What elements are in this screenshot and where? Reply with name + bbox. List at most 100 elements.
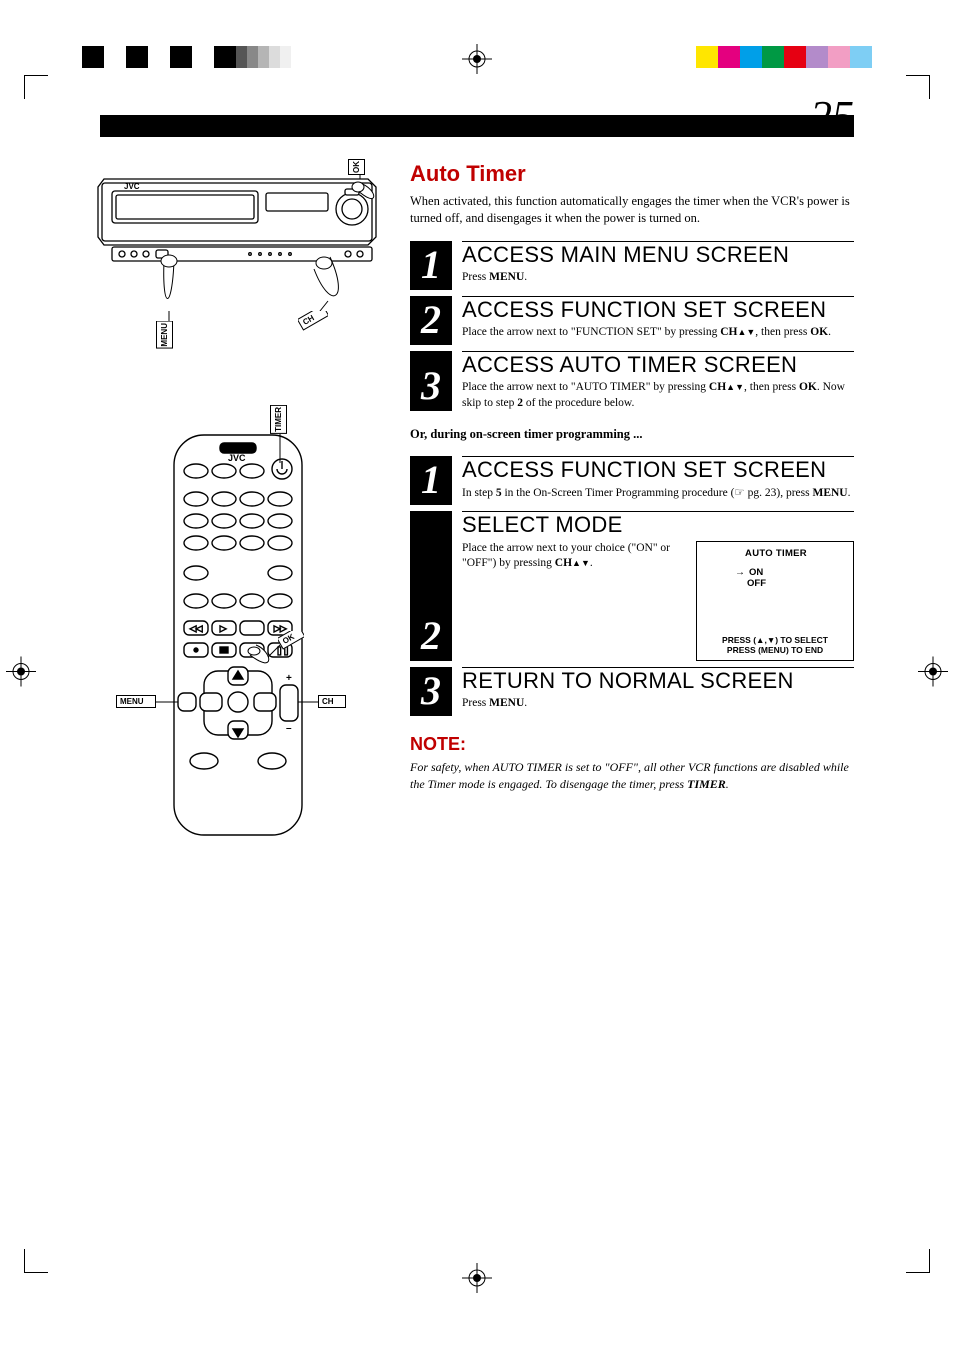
step-text-fragment: of the procedure below.	[523, 397, 634, 409]
step-text-fragment: In step	[462, 487, 496, 499]
step-body: RETURN TO NORMAL SCREEN Press MENU.	[452, 667, 854, 716]
between-text: Or, during on-screen timer programming .…	[410, 427, 854, 442]
note-body-post: .	[726, 777, 729, 791]
step-text-fragment: .	[524, 697, 527, 709]
reg-blocks-right	[696, 46, 872, 68]
step-text: In step 5 in the On-Screen Timer Program…	[462, 486, 854, 502]
minus-label: –	[286, 723, 292, 734]
note-body-key: TIMER	[687, 777, 726, 791]
step: 3 RETURN TO NORMAL SCREEN Press MENU.	[410, 667, 854, 716]
osd-footer: PRESS (▲,▼) TO SELECTPRESS (MENU) TO END	[697, 631, 853, 660]
step: 1 ACCESS FUNCTION SET SCREEN In step 5 in …	[410, 456, 854, 505]
key-label: MENU	[489, 697, 524, 709]
callout-timer: TIMER	[270, 405, 287, 434]
step-text: Place the arrow next to "FUNCTION SET" b…	[462, 325, 854, 341]
trim-mark	[906, 75, 930, 99]
step: 2 ACCESS FUNCTION SET SCREEN Place the arr…	[410, 296, 854, 345]
step-body: ACCESS FUNCTION SET SCREEN In step 5 in t…	[452, 456, 854, 505]
step-number: 1	[410, 456, 452, 505]
registration-mark-bottom-icon	[462, 1263, 492, 1298]
osd-option: → ON	[707, 567, 845, 578]
note-body: For safety, when AUTO TIMER is set to "O…	[410, 759, 854, 793]
step-title: RETURN TO NORMAL SCREEN	[462, 670, 854, 692]
text-column: Auto Timer When activated, this function…	[410, 161, 854, 845]
osd-title: AUTO TIMER	[707, 548, 845, 559]
step: 1 ACCESS MAIN MENU SCREEN Press MENU.	[410, 241, 854, 290]
step-text-fragment: .	[828, 326, 831, 338]
remote-brand: JVC	[228, 453, 246, 463]
triangle-up-down-icon	[737, 326, 755, 338]
registration-top	[0, 46, 954, 76]
step-number: 3	[410, 667, 452, 716]
step-text-fragment: Press	[462, 271, 489, 283]
key-label: MENU	[812, 487, 847, 499]
osd-option-label: ON	[749, 567, 763, 578]
step-text-fragment: , then press	[755, 326, 810, 338]
registration-mark-top-icon	[462, 44, 492, 79]
step-text-fragment: in the On-Screen Timer Programming proce…	[502, 487, 813, 499]
step-text-fragment: Press	[462, 697, 489, 709]
step-title: SELECT MODE	[462, 514, 854, 536]
section-intro: When activated, this function automatica…	[410, 193, 854, 227]
step-text-fragment: , then press	[744, 381, 799, 393]
registration-mark-left-icon	[6, 657, 36, 692]
reg-blocks-left	[82, 46, 291, 68]
osd-option: OFF	[707, 578, 845, 589]
step-text: Press MENU.	[462, 270, 854, 286]
step-body: SELECT MODE AUTO TIMER → ONOFF PRESS (▲,▼) T…	[452, 511, 854, 661]
triangle-up-down-icon	[572, 557, 590, 569]
osd-box: AUTO TIMER → ONOFF PRESS (▲,▼) TO SELECTPRE…	[696, 541, 854, 661]
key-label: CH	[720, 326, 737, 338]
step-text-fragment: .	[848, 487, 851, 499]
key-label: CH	[555, 557, 572, 569]
callout-ch: CH	[298, 311, 328, 331]
callout-ch-remote: CH	[318, 695, 346, 708]
note-heading: NOTE:	[410, 734, 854, 755]
step-title: ACCESS MAIN MENU SCREEN	[462, 244, 854, 266]
step: 2 SELECT MODE AUTO TIMER → ONOFF PRESS (▲,▼) …	[410, 511, 854, 661]
step: 3 ACCESS AUTO TIMER SCREEN Place the arrow…	[410, 351, 854, 411]
step-title: ACCESS FUNCTION SET SCREEN	[462, 299, 854, 321]
diagram-column: JVC MENU	[100, 161, 380, 845]
step-text-fragment: Place the arrow next to "FUNCTION SET" b…	[462, 326, 720, 338]
step-text-fragment: .	[524, 271, 527, 283]
vcr-diagram: JVC MENU	[100, 161, 380, 371]
callout-menu-remote: MENU	[116, 695, 156, 708]
title-bar	[100, 115, 854, 137]
arrow-right-icon: →	[735, 567, 745, 578]
steps-b: 1 ACCESS FUNCTION SET SCREEN In step 5 in …	[410, 456, 854, 716]
step-text: Press MENU.	[462, 696, 854, 712]
brand-label: JVC	[124, 182, 140, 191]
trim-mark	[906, 1249, 930, 1273]
page-number: 25	[810, 91, 854, 142]
trim-mark	[24, 75, 48, 99]
section-heading: Auto Timer	[410, 161, 854, 187]
steps-a: 1ACCESS MAIN MENU SCREENPress MENU.2ACCE…	[410, 241, 854, 411]
step-number: 2	[410, 511, 452, 661]
registration-mark-right-icon	[918, 657, 948, 692]
key-label: OK	[799, 381, 817, 393]
step-body: ACCESS FUNCTION SET SCREEN Place the arro…	[452, 296, 854, 345]
step-text-fragment: Place the arrow next to "AUTO TIMER" by …	[462, 381, 709, 393]
note-body-pre: For safety, when AUTO TIMER is set to "O…	[410, 760, 849, 791]
svg-text:▶: ▶	[220, 624, 227, 633]
key-label: OK	[810, 326, 828, 338]
step-body: ACCESS AUTO TIMER SCREEN Place the arrow …	[452, 351, 854, 411]
step-number: 1	[410, 241, 452, 290]
page-content: 25	[100, 115, 854, 1188]
triangle-up-down-icon	[726, 381, 744, 393]
step-number: 2	[410, 296, 452, 345]
step-text: Place the arrow next to "AUTO TIMER" by …	[462, 380, 854, 411]
remote-diagram: ◀◀▶▶▶ ❚❚	[100, 405, 380, 845]
step-text-fragment: .	[590, 557, 593, 569]
key-label: MENU	[489, 271, 524, 283]
step-title: ACCESS AUTO TIMER SCREEN	[462, 354, 854, 376]
callout-ok-remote: OK	[278, 631, 304, 650]
plus-label: +	[286, 673, 292, 684]
callout-ok: OK	[348, 159, 365, 175]
step-body: ACCESS MAIN MENU SCREEN Press MENU.	[452, 241, 854, 290]
step-number: 3	[410, 351, 452, 411]
osd-option-label: OFF	[747, 578, 766, 589]
trim-mark	[24, 1249, 48, 1273]
step-title: ACCESS FUNCTION SET SCREEN	[462, 459, 854, 481]
